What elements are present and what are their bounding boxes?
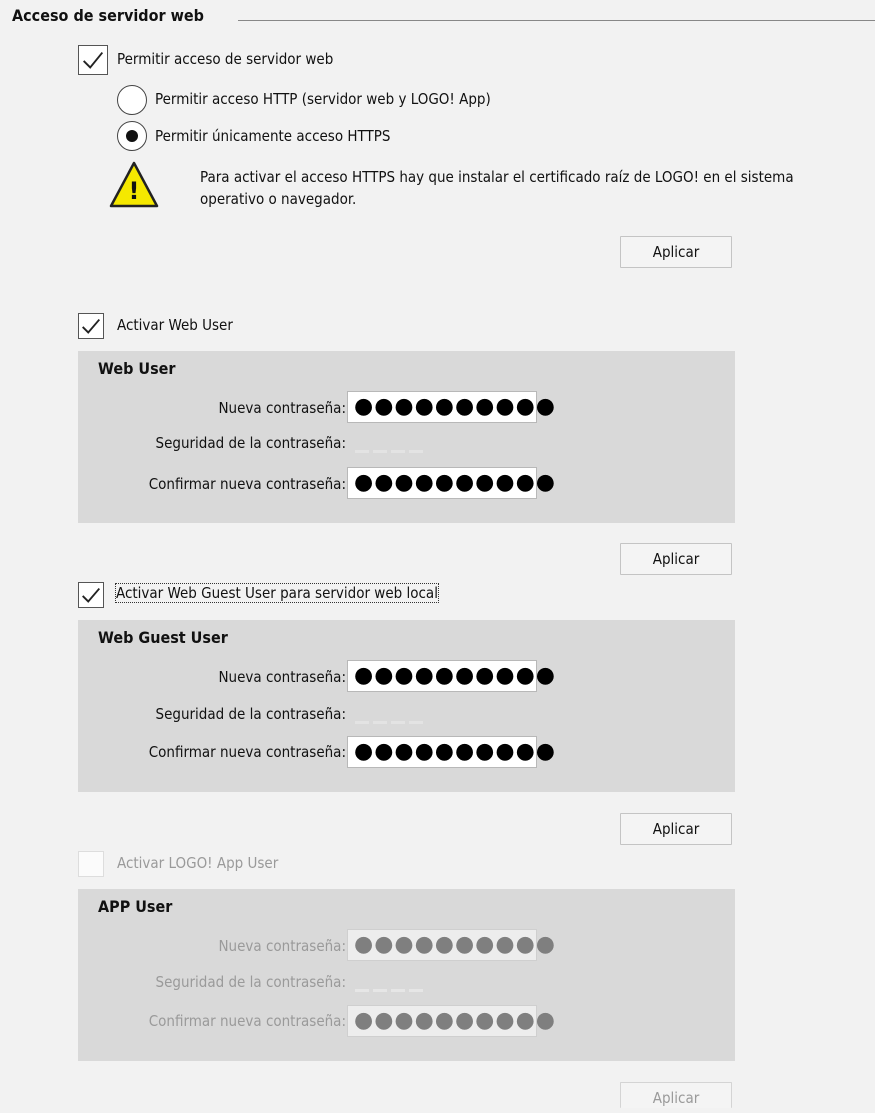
radio-selected-dot [126, 130, 138, 142]
apply-app-user-button[interactable]: Aplicar [620, 1082, 732, 1108]
section-title: Acceso de servidor web [12, 6, 204, 25]
enable-web-guest-user-checkbox[interactable] [78, 582, 104, 608]
svg-text:!: ! [129, 177, 140, 205]
password-mask: ●●●●●●●●●● [354, 394, 556, 419]
allow-webserver-checkbox[interactable] [78, 45, 108, 75]
web-guest-user-panel-title: Web Guest User [98, 628, 228, 647]
web-guest-user-new-password-field[interactable]: ●●●●●●●●●● [347, 660, 555, 692]
app-user-panel: APP User Nueva contraseña: ●●●●●●●●●● Se… [78, 889, 735, 1061]
checkmark-icon [82, 587, 101, 603]
enable-web-guest-user-label[interactable]: Activar Web Guest User para servidor web… [115, 583, 439, 603]
radio-https-label[interactable]: Permitir únicamente acceso HTTPS [155, 127, 390, 145]
enable-web-user-label[interactable]: Activar Web User [117, 316, 233, 334]
enable-web-user-checkbox[interactable] [78, 313, 104, 339]
apply-web-user-button[interactable]: Aplicar [620, 543, 732, 575]
radio-http-label[interactable]: Permitir acceso HTTP (servidor web y LOG… [155, 90, 491, 108]
web-guest-user-panel: Web Guest User Nueva contraseña: ●●●●●●●… [78, 620, 735, 792]
web-user-panel: Web User Nueva contraseña: ●●●●●●●●●● Se… [78, 351, 735, 523]
app-user-panel-title: APP User [98, 897, 173, 916]
web-guest-user-new-password-label: Nueva contraseña: [218, 668, 346, 686]
app-user-strength-label: Seguridad de la contraseña: [155, 973, 347, 991]
app-user-confirm-password-field[interactable]: ●●●●●●●●●● [347, 1005, 555, 1037]
apply-web-guest-user-button[interactable]: Aplicar [620, 813, 732, 845]
web-user-strength-label: Seguridad de la contraseña: [155, 434, 347, 452]
https-warning-text: Para activar el acceso HTTPS hay que ins… [200, 168, 794, 208]
web-user-panel-title: Web User [98, 359, 176, 378]
password-mask: ●●●●●●●●●● [354, 470, 556, 495]
radio-https[interactable] [117, 121, 147, 151]
password-mask: ●●●●●●●●●● [354, 1008, 556, 1033]
web-guest-user-strength-meter [355, 713, 427, 731]
enable-app-user-label[interactable]: Activar LOGO! App User [117, 854, 278, 872]
app-user-new-password-label: Nueva contraseña: [218, 937, 346, 955]
password-mask: ●●●●●●●●●● [354, 739, 556, 764]
web-user-confirm-label: Confirmar nueva contraseña: [148, 475, 346, 493]
web-user-confirm-password-field[interactable]: ●●●●●●●●●● [347, 467, 555, 499]
checkmark-icon [83, 51, 104, 69]
allow-webserver-label[interactable]: Permitir acceso de servidor web [117, 50, 333, 68]
app-user-confirm-label: Confirmar nueva contraseña: [148, 1012, 346, 1030]
web-guest-user-confirm-label: Confirmar nueva contraseña: [148, 743, 346, 761]
warning-triangle-icon: ! [109, 161, 159, 208]
password-mask: ●●●●●●●●●● [354, 932, 556, 957]
web-guest-user-strength-label: Seguridad de la contraseña: [155, 705, 347, 723]
web-user-new-password-label: Nueva contraseña: [218, 399, 346, 417]
radio-http[interactable] [117, 85, 147, 115]
app-user-strength-meter [355, 981, 427, 999]
app-user-new-password-field[interactable]: ●●●●●●●●●● [347, 929, 555, 961]
password-mask: ●●●●●●●●●● [354, 663, 556, 688]
checkmark-icon [82, 318, 101, 334]
apply-webserver-button[interactable]: Aplicar [620, 236, 732, 268]
web-user-new-password-field[interactable]: ●●●●●●●●●● [347, 391, 555, 423]
enable-app-user-checkbox[interactable] [78, 851, 104, 877]
web-user-strength-meter [355, 442, 427, 460]
section-divider [238, 20, 875, 21]
web-guest-user-confirm-password-field[interactable]: ●●●●●●●●●● [347, 736, 555, 768]
